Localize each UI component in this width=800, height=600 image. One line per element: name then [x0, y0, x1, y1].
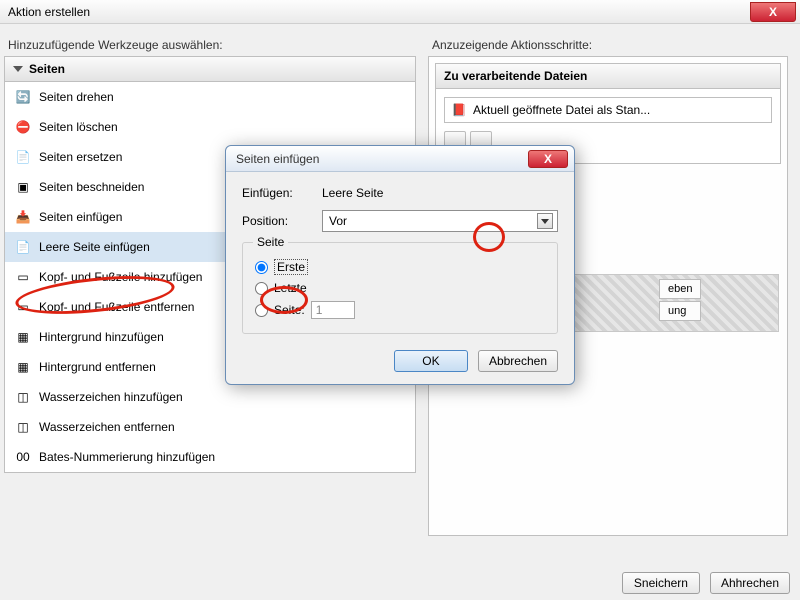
tool-bates[interactable]: 00Bates-Nummerierung hinzufügen	[5, 442, 415, 472]
radio-first-row[interactable]: Erste	[255, 259, 545, 275]
rotate-icon: 🔄	[15, 89, 31, 105]
radio-page-row[interactable]: Seite:	[255, 301, 545, 319]
insert-icon: 📥	[15, 209, 31, 225]
radio-last-row[interactable]: Letzte	[255, 281, 545, 295]
tool-seiten-loeschen[interactable]: ⛔Seiten löschen	[5, 112, 415, 142]
cancel-button-main[interactable]: Ahhrechen	[710, 572, 790, 594]
position-label: Position:	[242, 214, 312, 228]
fragment-eben: eben	[659, 279, 701, 299]
combo-dropdown-button[interactable]	[537, 213, 553, 229]
watermark-add-icon: ◫	[15, 389, 31, 405]
close-icon: X	[769, 5, 777, 19]
radio-last-label: Letzte	[274, 281, 307, 295]
file-row-label: Aktuell geöffnete Datei als Stan...	[473, 103, 650, 117]
position-combobox[interactable]: Vor	[322, 210, 558, 232]
page-group-title: Seite	[253, 235, 288, 249]
cancel-button[interactable]: Abbrechen	[478, 350, 558, 372]
left-section-label: Hinzuzufügende Werkzeuge auswählen:	[8, 38, 416, 52]
radio-page-label: Seite:	[274, 303, 305, 317]
insert-value: Leere Seite	[322, 186, 383, 200]
chevron-down-icon	[13, 66, 23, 72]
dialog-title: Seiten einfügen	[236, 152, 319, 166]
background-add-icon: ▦	[15, 329, 31, 345]
insert-label: Einfügen:	[242, 186, 312, 200]
pdf-icon: 📕	[451, 102, 467, 118]
replace-icon: 📄	[15, 149, 31, 165]
dialog-close-button[interactable]: X	[528, 150, 568, 168]
ok-button[interactable]: OK	[394, 350, 468, 372]
tool-seiten-drehen[interactable]: 🔄Seiten drehen	[5, 82, 415, 112]
radio-page[interactable]	[255, 304, 268, 317]
save-button[interactable]: Sneichern	[622, 572, 700, 594]
files-header: Zu verarbeitende Dateien	[436, 64, 780, 89]
header-remove-icon: ▭	[15, 299, 31, 315]
radio-first[interactable]	[255, 261, 268, 274]
crop-icon: ▣	[15, 179, 31, 195]
chevron-down-icon	[541, 219, 549, 224]
page-number-input[interactable]	[311, 301, 355, 319]
window-title-bar: Aktion erstellen X	[0, 0, 800, 24]
blank-page-icon: 📄	[15, 239, 31, 255]
insert-pages-dialog: Seiten einfügen X Einfügen: Leere Seite …	[225, 145, 575, 385]
window-close-button[interactable]: X	[750, 2, 796, 22]
radio-last[interactable]	[255, 282, 268, 295]
header-icon: ▭	[15, 269, 31, 285]
watermark-remove-icon: ◫	[15, 419, 31, 435]
fragment-ung: ung	[659, 301, 701, 321]
bates-icon: 00	[15, 449, 31, 465]
file-row[interactable]: 📕 Aktuell geöffnete Datei als Stan...	[444, 97, 772, 123]
right-section-label: Anzuzeigende Aktionsschritte:	[432, 38, 788, 52]
radio-first-label: Erste	[274, 259, 308, 275]
tool-wz-hinzu[interactable]: ◫Wasserzeichen hinzufügen	[5, 382, 415, 412]
background-remove-icon: ▦	[15, 359, 31, 375]
accordion-header-seiten[interactable]: Seiten	[5, 57, 415, 82]
position-value: Vor	[329, 214, 347, 228]
delete-icon: ⛔	[15, 119, 31, 135]
window-title: Aktion erstellen	[8, 5, 90, 19]
accordion-title: Seiten	[29, 62, 65, 76]
close-icon: X	[544, 152, 552, 166]
tool-wz-entf[interactable]: ◫Wasserzeichen entfernen	[5, 412, 415, 442]
